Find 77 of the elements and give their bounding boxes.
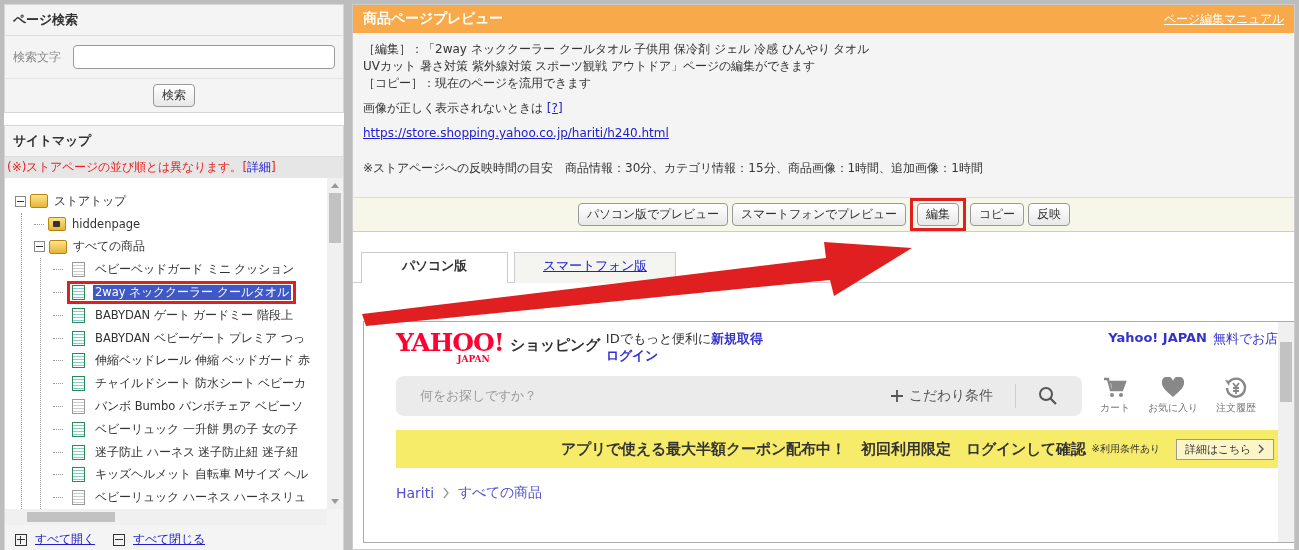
heart-icon[interactable] — [1161, 377, 1185, 399]
scroll-up-icon[interactable] — [331, 183, 339, 188]
breadcrumb-link[interactable]: Hariti — [396, 485, 435, 501]
plus-icon — [890, 389, 904, 403]
scrollbar[interactable] — [1278, 322, 1294, 542]
folder-icon — [49, 240, 67, 254]
tree-item[interactable]: 伸縮ベッドレール 伸縮 ベッドガード 赤 — [93, 353, 312, 369]
tree-item[interactable]: バンボ Bumbo バンボチェア ベビーソ — [93, 399, 305, 415]
scrollbar[interactable] — [327, 178, 343, 510]
service-name: ショッピング — [509, 336, 600, 355]
logo-text: YAHOO! — [396, 330, 504, 355]
panel-title: ページ検索 — [5, 5, 343, 36]
notice-text: (※)ストアページの並び順とは異なります。[詳細] — [5, 157, 343, 178]
edit-note: ［編集］：「2way ネッククーラー クールタオル 子供用 保冷剤 ジェル 冷感 ひんやり タオル UVカット 暑さ対策 紫外線対策 スポーツ観戦 アウトドア」ページの編集ができます — [363, 41, 871, 75]
plus-icon[interactable] — [15, 533, 27, 546]
search-placeholder: 何をお探しですか？ — [420, 387, 538, 405]
toolbar-button[interactable]: コピー — [969, 203, 1024, 226]
signup-link[interactable]: 新規取得 — [710, 331, 763, 346]
search-field[interactable] — [73, 45, 335, 69]
tree-item[interactable]: ベビーリュック 一升餅 男の子 女の子 — [93, 421, 300, 437]
minus-icon[interactable] — [113, 533, 125, 546]
icon-label: 注文履歴 — [1216, 401, 1256, 415]
tree-item[interactable]: すべての商品 — [71, 239, 147, 255]
toolbar-button[interactable]: スマートフォンでプレビュー — [731, 203, 906, 226]
banner-text: アプリで使える最大半額クーポン配布中！ 初回利用限定 ログインして確認 — [560, 439, 1086, 459]
scroll-thumb[interactable] — [329, 193, 341, 243]
tree-item[interactable]: 迷子防止 ハーネス 迷子防止紐 迷子紐 — [93, 444, 300, 460]
scroll-thumb[interactable] — [1280, 342, 1292, 402]
login-link[interactable]: ログイン — [605, 348, 658, 363]
details-button[interactable]: 詳細はこちら — [1176, 438, 1274, 460]
chevron-icon — [1257, 444, 1265, 454]
tree-item[interactable]: ベビーリュック ハーネス ハーネスリュ — [93, 490, 309, 506]
locked-folder-icon — [48, 217, 66, 232]
tree-item[interactable]: ストアトップ — [52, 193, 128, 209]
collapse-all-link[interactable]: すべて閉じる — [133, 531, 205, 549]
help-text: 画像が正しく表示されないときは — [363, 101, 543, 115]
tree-item[interactable]: ベビーベッドガード ミニ クッション — [93, 262, 297, 278]
help-link[interactable]: [?] — [546, 101, 563, 115]
copy-note: ［コピー］：現在のページを流用できます — [363, 75, 592, 92]
details-link[interactable]: 詳細 — [247, 160, 272, 174]
breadcrumb-link[interactable]: すべての商品 — [458, 484, 543, 502]
collapse-toggle-icon[interactable] — [34, 241, 45, 253]
chevron-icon — [442, 487, 451, 499]
timing-note: ※ストアページへの反映時間の目安 商品情報：30分、カテゴリ情報：15分、商品画像：1時間、追加画像：1時間 — [363, 160, 984, 177]
filter-button[interactable]: こだわり条件 — [890, 387, 993, 405]
search-icon[interactable] — [1038, 386, 1058, 406]
url-link[interactable]: https://store.shopping.yahoo.co.jp/hariti/h240.html — [363, 126, 669, 140]
toolbar-button[interactable]: 反映 — [1027, 203, 1070, 226]
panel-title: 商品ページプレビュー — [363, 10, 503, 28]
tab[interactable]: スマートフォン版 — [514, 252, 676, 283]
tree-item[interactable]: BABYDAN ベビーゲート プレミア つっ — [93, 330, 308, 346]
tree-item[interactable]: キッズヘルメット 自転車 Mサイズ ヘル — [93, 467, 310, 483]
id-prompt: IDでもっと便利に — [605, 331, 711, 346]
tree-item[interactable]: BABYDAN ゲート ガードミー 階段上 — [93, 307, 296, 323]
icon-label: カート — [1100, 401, 1130, 415]
search-bar[interactable]: 何をお探しですか？ こだわり条件 — [396, 376, 1082, 416]
collapse-toggle-icon[interactable] — [15, 195, 26, 207]
toolbar-button[interactable]: 編集 — [916, 203, 959, 226]
toolbar-button[interactable]: パソコン版でプレビュー — [577, 203, 728, 226]
search-button[interactable]: 検索 — [153, 84, 195, 107]
tree-item[interactable]: hiddenpage — [70, 217, 143, 232]
tree-item[interactable]: 2way ネッククーラー クールタオル — [93, 285, 291, 301]
scroll-thumb[interactable] — [27, 512, 115, 523]
scrollbar[interactable] — [5, 509, 327, 526]
open-store-link[interactable]: 無料でお店 — [1213, 330, 1278, 348]
tab[interactable]: パソコン版 — [361, 252, 508, 283]
icon-label: お気に入り — [1148, 401, 1198, 415]
portal-link[interactable]: Yahoo! JAPAN — [1108, 330, 1207, 345]
expand-all-link[interactable]: すべて開く — [35, 531, 95, 549]
tree-item[interactable]: チャイルドシート 防水シート ベビーカ — [93, 376, 309, 392]
banner-note: ※利用条件あり — [1091, 442, 1160, 456]
cart-icon[interactable] — [1103, 377, 1127, 399]
history-icon[interactable] — [1224, 377, 1248, 399]
scroll-down-icon[interactable] — [331, 499, 339, 505]
field-label: 検索文字 — [13, 48, 61, 66]
folder-icon — [30, 194, 48, 209]
logo-subtext: JAPAN — [457, 355, 490, 364]
